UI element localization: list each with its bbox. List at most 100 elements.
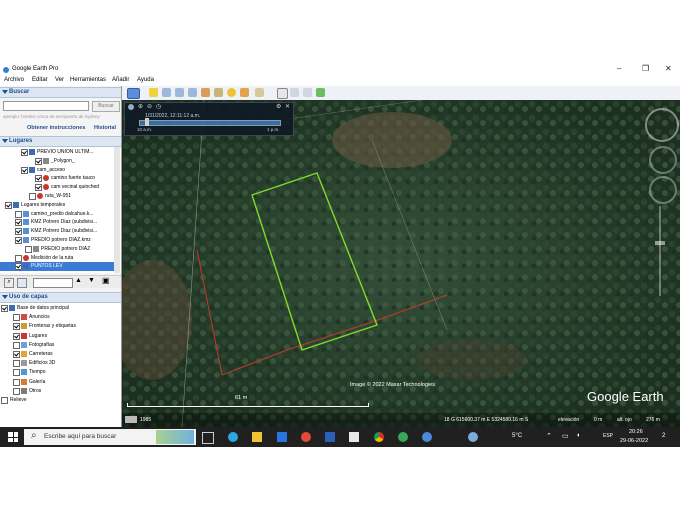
checkbox[interactable] [21,166,28,174]
map-view[interactable]: ⊕ ⊖ ◷ ⚙ ✕ 1/31/2022, 12:11:12 a.m. 10 a.… [122,100,680,427]
checkbox[interactable] [35,184,42,192]
layers-item[interactable]: Otros [0,387,114,396]
timeslider-handle[interactable] [145,118,149,126]
places-item[interactable]: _Polygon_ [0,157,114,166]
timeslider-toggle-icon[interactable] [128,104,134,110]
layers-item[interactable]: Carreteras [0,350,114,359]
windows-start-icon[interactable] [8,432,18,442]
path-tool-icon[interactable] [175,88,184,97]
history-imagery-icon[interactable] [214,88,223,97]
places-scrollbar[interactable] [114,147,120,273]
notifications-badge[interactable]: 2 [662,433,665,439]
places-item[interactable]: KMZ Potrero Diaz (subdivisi... [0,218,114,227]
checkbox[interactable] [13,323,20,331]
checkbox[interactable] [15,254,22,262]
checkbox[interactable] [35,157,42,165]
places-item[interactable]: Medición de la ruta [0,254,114,263]
close-timeslider-icon[interactable]: ✕ [285,103,290,110]
checkbox[interactable] [15,228,22,236]
layers-item[interactable]: Lugares [0,332,114,341]
ruler-icon[interactable] [255,88,264,97]
menu-editar[interactable]: Editar [32,77,48,83]
checkbox[interactable] [5,201,12,209]
placemark-icon[interactable] [149,88,158,97]
places-item[interactable]: cam_acceso [0,166,114,175]
checkbox[interactable] [21,149,28,156]
dropbox-icon[interactable] [277,432,287,442]
clock-icon[interactable]: ◷ [156,103,161,110]
sun-icon[interactable] [227,88,236,97]
save-image-icon[interactable] [303,88,312,97]
menu-ayuda[interactable]: Ayuda [137,77,154,83]
checkbox[interactable] [29,193,36,200]
tray-up-icon[interactable]: ⌃ [546,432,552,440]
task-view-icon[interactable] [202,432,214,444]
checkbox[interactable] [13,369,20,377]
down-arrow-icon[interactable]: ▼ [88,277,95,284]
checkbox[interactable] [13,378,20,386]
refresh-icon[interactable]: ▣ [102,276,110,285]
maximize-button[interactable]: ❐ [642,64,649,73]
taskbar-search[interactable]: ⌕ Escribe aquí para buscar [24,429,196,445]
checkbox[interactable] [13,341,20,349]
checkbox[interactable] [13,351,20,358]
zoom-slider-handle[interactable] [655,241,665,245]
network-icon[interactable]: ▭ [562,432,569,440]
up-arrow-icon[interactable]: ▲ [75,277,82,284]
checkbox[interactable] [13,332,20,340]
compass-icon[interactable] [645,108,679,142]
keyboard-lang[interactable]: ESP [603,433,613,439]
panel-toggle-icon[interactable] [17,278,27,288]
overlay-icon[interactable] [188,88,197,97]
layers-item[interactable]: Fotografías [0,341,114,350]
zoom-in-time-icon[interactable]: ⊕ [138,103,143,110]
app-icon-green[interactable] [398,432,408,442]
places-item[interactable]: PREVIO UNION ULTIM... [0,148,114,157]
checkbox[interactable] [25,245,32,253]
search-header[interactable]: Buscar [0,87,121,98]
notepad-icon[interactable] [349,432,359,442]
clock-date[interactable]: 29-06-2022 [620,438,648,444]
places-item[interactable]: camino fuerte tauco [0,174,114,183]
close-button[interactable]: ✕ [665,64,672,73]
history-link[interactable]: Historial [94,125,116,131]
layers-item[interactable]: Relieve [0,396,114,405]
checkbox[interactable] [13,314,20,322]
places-header[interactable]: Lugares [0,136,121,147]
checkbox[interactable] [15,237,22,244]
planets-icon[interactable] [240,88,249,97]
layers-item[interactable]: Anuncios [0,313,114,322]
word-icon[interactable] [325,432,335,442]
places-item[interactable]: KMZ Potrero Diaz (subdivisi... [0,227,114,236]
sidebar-toggle-icon[interactable] [127,88,140,99]
checkbox[interactable] [15,210,22,218]
google-earth-taskbar-icon[interactable] [422,432,432,442]
maps-icon[interactable] [316,88,325,97]
search-places-icon[interactable]: ⌕ [4,278,14,288]
volume-icon[interactable]: ◖ [576,432,580,439]
wrench-icon[interactable]: ⚙ [276,103,281,110]
polygon-tool-icon[interactable] [162,88,171,97]
checkbox[interactable] [1,305,8,312]
edge-icon[interactable] [228,432,238,442]
places-item[interactable]: PREDIO potrero DIAZ.kmz [0,236,114,245]
checkbox[interactable] [13,387,20,395]
search-input[interactable] [3,101,89,111]
places-filter-field[interactable] [33,278,73,288]
move-joystick-icon[interactable] [649,176,677,204]
layers-item[interactable]: Base de datos principal [0,304,114,313]
chrome-icon[interactable] [374,432,384,442]
search-button[interactable]: Buscar [92,101,120,112]
menu-anadir[interactable]: Añadir [112,77,129,83]
layers-item[interactable]: Tiempo [0,368,114,377]
menu-herramientas[interactable]: Herramientas [70,77,106,83]
menu-ver[interactable]: Ver [55,77,64,83]
minimize-button[interactable]: – [617,64,621,73]
zoom-out-time-icon[interactable]: ⊖ [147,103,152,110]
layers-item[interactable]: Galería [0,378,114,387]
places-item[interactable]: Lugares temporales [0,201,114,210]
clock-time[interactable]: 20:26 [629,429,643,435]
look-joystick-icon[interactable] [649,146,677,174]
zoom-slider[interactable] [659,206,661,296]
directions-link[interactable]: Obtener instrucciones [27,125,85,131]
